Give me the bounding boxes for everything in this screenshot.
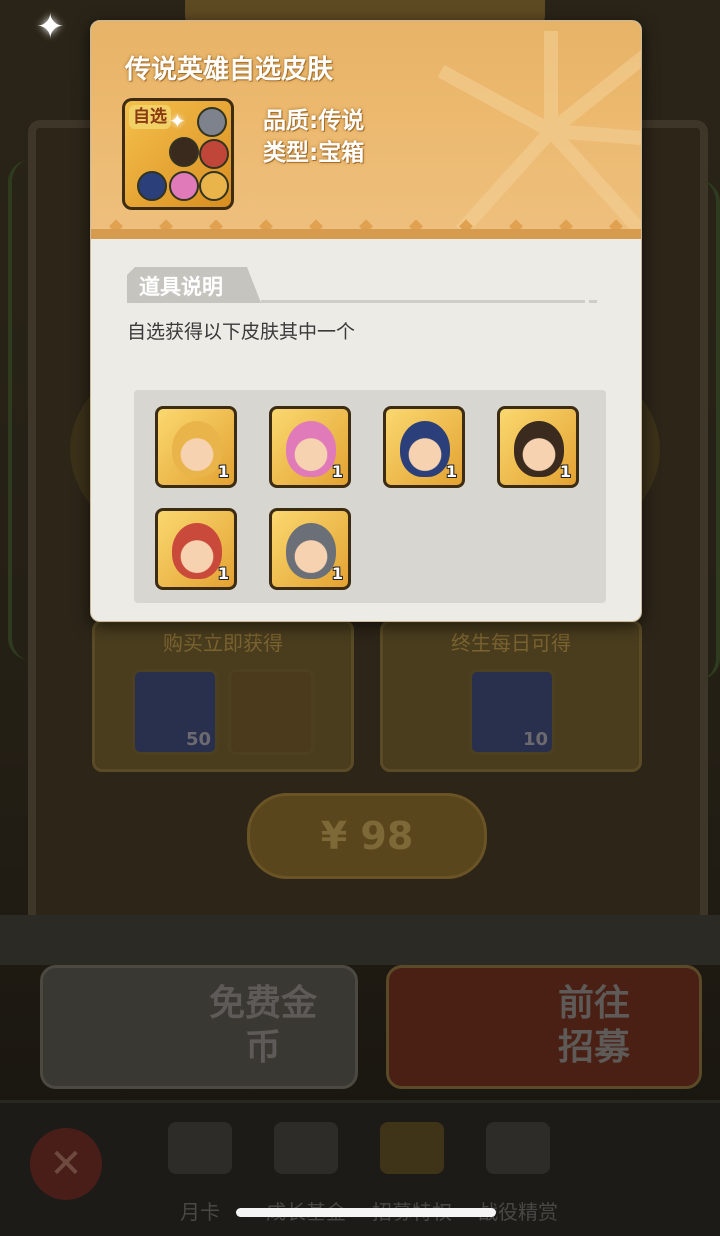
skin-option[interactable]: 1 [269,508,351,590]
recruit-ticket-count: 50 [185,729,211,750]
tab-campaign-reward[interactable]: 战役精赏 [470,1122,566,1224]
free-coins-button[interactable]: 免费金币 [40,965,358,1089]
section-divider-dot [589,300,597,303]
price-button[interactable]: ¥ 98 [247,793,487,879]
skin-count: 1 [217,564,229,583]
skin-count: 1 [331,462,343,481]
home-indicator[interactable] [236,1208,496,1217]
skin-option[interactable]: 1 [155,508,237,590]
daily-ticket-item[interactable]: 10 [469,669,555,755]
recruit-privilege-icon [380,1122,444,1174]
select-tag: 自选 [129,105,171,129]
go-recruit-label: 前往招募 [557,983,630,1068]
stone-ledge [0,915,720,965]
armored-knight-hero-skin-icon [286,523,336,579]
daily-ticket-count: 10 [522,729,548,750]
recruit-ticket-item[interactable]: 50 [132,669,218,755]
clown-mini-icon [199,139,229,169]
right-vine [676,180,720,680]
skin-option[interactable]: 1 [269,406,351,488]
empress-mini-icon [137,171,167,201]
popup-title: 传说英雄自选皮肤 [125,55,334,85]
daily-card: 终生每日可得 10 [380,620,642,772]
dark-hair-hero-skin-icon [514,421,564,477]
go-recruit-button[interactable]: 前往招募 [386,965,702,1089]
quality-label: 品质:传说 [263,108,365,134]
skin-chest-item[interactable] [228,669,314,755]
pirate-clown-hero-skin-icon [172,523,222,579]
skin-option[interactable]: 1 [383,406,465,488]
daily-card-title: 终生每日可得 [451,631,571,655]
item-description: 自选获得以下皮肤其中一个 [127,321,356,343]
tab-growth-fund[interactable]: 成长基金 [258,1122,354,1224]
free-coins-label: 免费金币 [208,983,317,1068]
skin-count: 1 [217,462,229,481]
tab-monthly-card[interactable]: 月卡 [152,1122,248,1224]
buy-now-card: 购买立即获得 50 [92,620,354,772]
sparkle-small-icon: ✦ [169,109,186,133]
tab-monthly-card-label: 月卡 [180,1200,220,1224]
knight-mini-icon [197,107,227,137]
hero-mini-icon [169,137,199,167]
section-title: 道具说明 [139,275,223,299]
buy-now-card-title: 购买立即获得 [163,631,283,655]
cap-mini-icon [199,171,229,201]
light-rays-decoration [437,31,641,231]
tab-recruit-privilege[interactable]: 招募特权 [364,1122,460,1224]
section-divider [261,300,585,303]
sparkle-icon: ✦ [36,7,65,47]
skin-count: 1 [559,462,571,481]
header-divider [91,229,641,239]
item-detail-popup[interactable]: ◆ ◆ ◆ ◆ ◆ ◆ ◆ ◆ ◆ ◆ ◆ 传说英雄自选皮肤 自选 ✦ 品质:传说 类型:宝箱 道具… [90,20,642,622]
skin-count: 1 [331,564,343,583]
section-tab: 道具说明 [127,267,261,303]
yellow-cap-hero-skin-icon [172,421,222,477]
pink-mini-icon [169,171,199,201]
blue-empress-hero-skin-icon [400,421,450,477]
skin-grid: 1 1 1 1 1 1 [134,390,606,603]
monthly-card-icon [168,1122,232,1174]
campaign-reward-icon [486,1122,550,1174]
skin-option[interactable]: 1 [497,406,579,488]
left-vine [8,160,52,660]
pink-hair-hero-skin-icon [286,421,336,477]
type-label: 类型:宝箱 [263,140,365,166]
close-icon[interactable]: ✕ [30,1128,102,1200]
skin-count: 1 [445,462,457,481]
growth-fund-icon [274,1122,338,1174]
popup-header: ◆ ◆ ◆ ◆ ◆ ◆ ◆ ◆ ◆ ◆ ◆ 传说英雄自选皮肤 自选 ✦ 品质:传说 类型:宝箱 [91,21,641,239]
skin-option[interactable]: 1 [155,406,237,488]
